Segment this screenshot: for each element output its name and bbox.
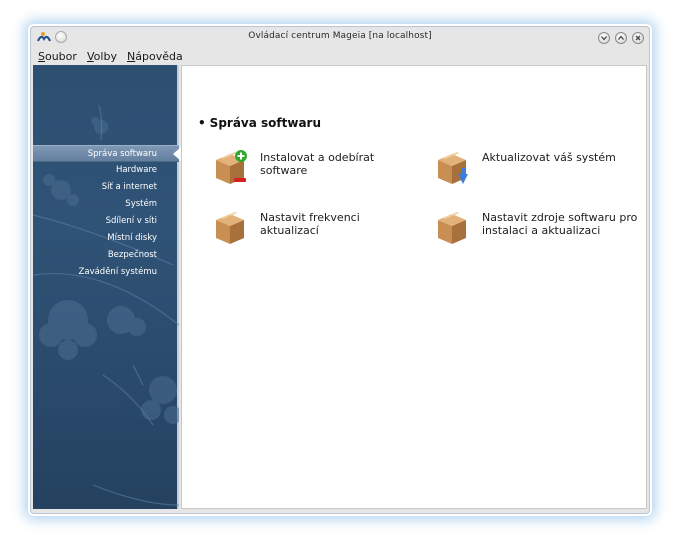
close-button[interactable]	[632, 32, 644, 44]
tile-label: Nastavit zdroje softwaru pro instalaci a…	[482, 211, 638, 237]
app-window: Ovládací centrum Mageia [na localhost] S…	[30, 26, 650, 514]
sidebar-item-hardware[interactable]: Hardware	[33, 162, 179, 179]
sidebar-item-label: Správa softwaru	[87, 149, 157, 159]
title-bar[interactable]: Ovládací centrum Mageia [na localhost]	[31, 27, 649, 47]
package-icon	[438, 212, 466, 244]
main-panel: • Správa softwaru Instalovat a odebírat s…	[181, 65, 647, 509]
sidebar-item-label: Síť a internet	[101, 182, 157, 192]
sidebar-item-zavadeni-systemu[interactable]: Zavádění systému	[33, 264, 179, 281]
menu-bar: Soubor Volby Nápověda	[31, 47, 649, 65]
active-indicator	[173, 147, 181, 161]
category-sidebar: Správa softwaru Hardware Síť a internet …	[33, 65, 181, 509]
sidebar-item-sdileni-v-siti[interactable]: Sdílení v síti	[33, 213, 179, 230]
sidebar-item-bezpecnost[interactable]: Bezpečnost	[33, 247, 179, 264]
menu-napoveda[interactable]: Nápověda	[127, 50, 183, 63]
sidebar-item-label: Místní disky	[107, 233, 157, 243]
close-icon	[635, 35, 641, 41]
maximize-button[interactable]	[615, 32, 627, 44]
bullet: •	[198, 116, 206, 130]
package-install-icon	[216, 150, 247, 184]
maximize-icon	[618, 35, 624, 40]
section-title-text: Správa softwaru	[209, 116, 322, 130]
sidebar-item-system[interactable]: Systém	[33, 196, 179, 213]
sidebar-item-label: Systém	[125, 199, 157, 209]
package-update-icon	[438, 152, 468, 184]
sidebar-item-label: Hardware	[115, 165, 157, 175]
tile-software-sources[interactable]: Nastavit zdroje softwaru pro instalaci a…	[432, 208, 644, 248]
tile-label: Instalovat a odebírat software	[260, 151, 375, 177]
category-list: Správa softwaru Hardware Síť a internet …	[33, 145, 181, 281]
minimize-button[interactable]	[598, 32, 610, 44]
tile-label: Nastavit frekvenci aktualizací	[260, 211, 360, 237]
menu-soubor[interactable]: Soubor	[38, 50, 77, 63]
package-icon	[216, 212, 244, 244]
window-title: Ovládací centrum Mageia [na localhost]	[248, 31, 432, 41]
tile-install-remove-software[interactable]: Instalovat a odebírat software	[210, 148, 420, 188]
menu-volby[interactable]: Volby	[87, 50, 117, 63]
sidebar-item-mistni-disky[interactable]: Místní disky	[33, 230, 179, 247]
sidebar-item-label: Zavádění systému	[78, 267, 157, 277]
sidebar-item-label: Sdílení v síti	[105, 216, 157, 226]
tile-update-frequency[interactable]: Nastavit frekvenci aktualizací	[210, 208, 420, 248]
sidebar-item-sit-a-internet[interactable]: Síť a internet	[33, 179, 179, 196]
tile-label: Aktualizovat váš systém	[482, 151, 616, 164]
minimize-icon	[601, 36, 607, 41]
sidebar-item-label: Bezpečnost	[107, 250, 157, 260]
sidebar-item-sprava-softwaru[interactable]: Správa softwaru	[33, 145, 181, 162]
sidebar-flower-decoration	[33, 104, 179, 506]
tile-update-system[interactable]: Aktualizovat váš systém	[432, 148, 642, 188]
section-title: • Správa softwaru	[198, 116, 321, 130]
